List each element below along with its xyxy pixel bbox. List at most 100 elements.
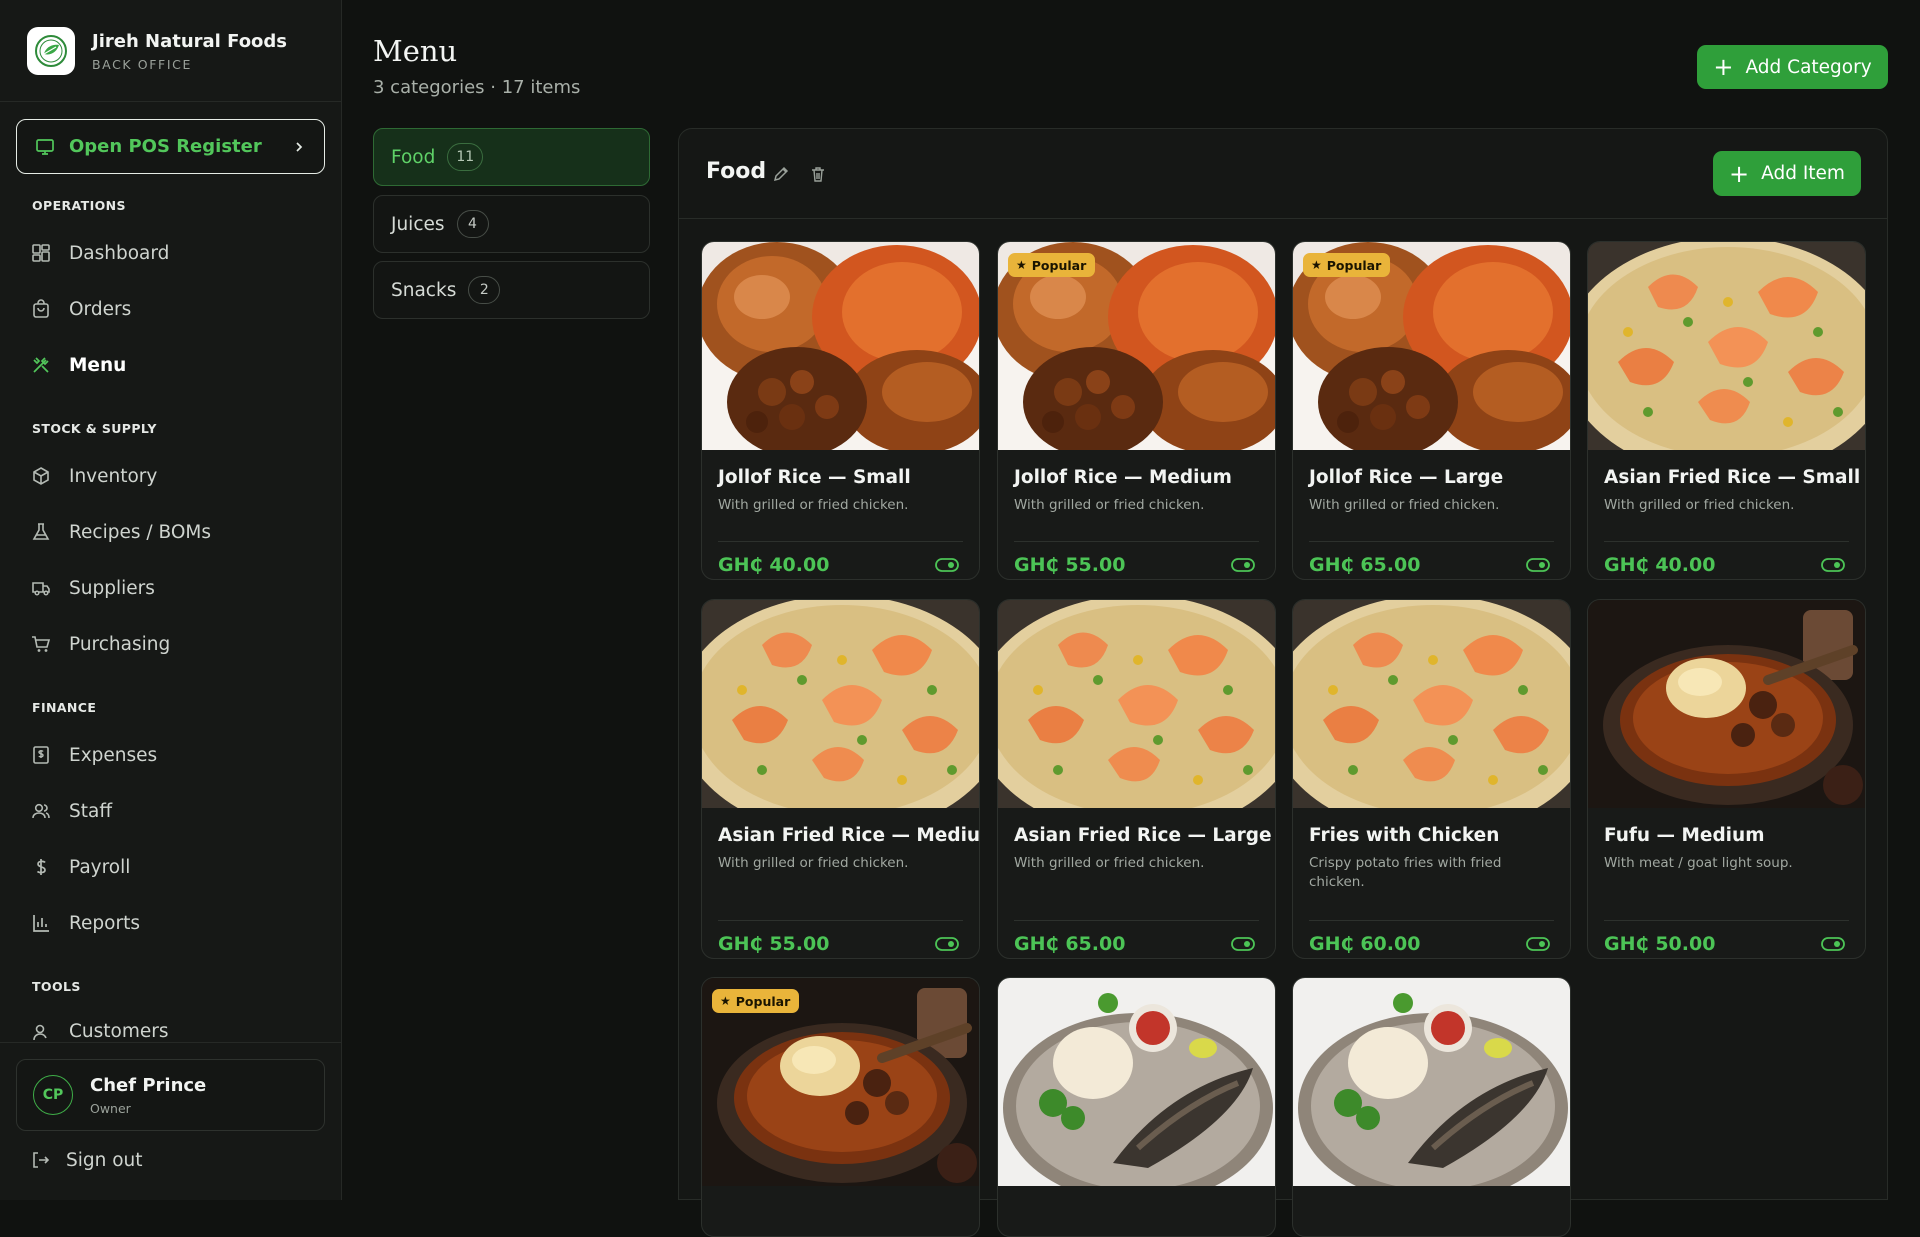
brand-subtitle: BACK OFFICE: [92, 56, 192, 72]
nav-section-operations: OPERATIONS: [32, 198, 126, 213]
sidebar-item-purchasing[interactable]: Purchasing: [30, 624, 320, 664]
availability-toggle-icon[interactable]: [1231, 936, 1255, 956]
category-juices[interactable]: Juices 4: [373, 195, 650, 253]
divider: [0, 101, 342, 102]
add-category-button[interactable]: + Add Category: [1697, 45, 1888, 89]
add-item-label: Add Item: [1761, 163, 1845, 184]
availability-toggle-icon[interactable]: [1526, 557, 1550, 577]
menu-item-name: Fries with Chicken: [1309, 825, 1500, 846]
user-card[interactable]: CP Chef Prince Owner: [16, 1059, 325, 1131]
popular-label: Popular: [1031, 257, 1087, 273]
box-icon: [30, 465, 52, 487]
star-icon: ★: [1311, 258, 1322, 272]
leaf-logo-icon: [35, 35, 67, 67]
menu-item-description: With grilled or fried chicken.: [718, 497, 909, 513]
utensils-icon: [30, 354, 52, 376]
grid-icon: [30, 242, 52, 264]
menu-item-description: With grilled or fried chicken.: [718, 855, 909, 871]
availability-toggle-icon[interactable]: [1231, 557, 1255, 577]
category-name: Snacks: [391, 279, 457, 301]
sidebar-item-customers[interactable]: Customers: [30, 1013, 320, 1043]
menu-item-price: GH₵ 65.00: [1309, 554, 1421, 576]
category-snacks[interactable]: Snacks 2: [373, 261, 650, 319]
panel-title: Food: [706, 159, 767, 184]
plus-icon: +: [1713, 53, 1734, 81]
menu-item-name: Asian Fried Rice — Large: [1014, 825, 1272, 846]
brand-logo: [27, 27, 75, 75]
menu-item-card[interactable]: Asian Fried Rice — Medium With grilled or…: [701, 599, 980, 959]
open-pos-register-button[interactable]: Open POS Register: [16, 119, 325, 174]
flask-icon: [30, 521, 52, 543]
menu-item-card[interactable]: [1292, 977, 1571, 1237]
availability-toggle-icon[interactable]: [935, 557, 959, 577]
category-food[interactable]: Food 11: [373, 128, 650, 186]
sidebar-item-label: Menu: [69, 354, 127, 376]
menu-item-name: Jollof Rice — Large: [1309, 467, 1504, 488]
sidebar-item-suppliers[interactable]: Suppliers: [30, 568, 320, 608]
menu-item-name: Jollof Rice — Medium: [1014, 467, 1232, 488]
availability-toggle-icon[interactable]: [1821, 557, 1845, 577]
divider: [1014, 541, 1259, 542]
divider: [718, 541, 963, 542]
sidebar-item-menu[interactable]: Menu: [30, 345, 320, 385]
availability-toggle-icon[interactable]: [1526, 936, 1550, 956]
menu-item-price: GH₵ 40.00: [1604, 554, 1716, 576]
menu-item-card[interactable]: ★ Popular Jollof Rice — Large With grilled …: [1292, 241, 1571, 580]
divider: [1309, 920, 1554, 921]
brand[interactable]: Jireh Natural Foods BACK OFFICE: [27, 27, 287, 75]
menu-item-price: GH₵ 60.00: [1309, 933, 1421, 955]
menu-item-card[interactable]: [997, 977, 1276, 1237]
nav-section-finance: FINANCE: [32, 700, 97, 715]
popular-label: Popular: [735, 993, 791, 1009]
menu-item-image: [702, 600, 979, 808]
divider: [1014, 920, 1259, 921]
menu-item-description: With grilled or fried chicken.: [1309, 497, 1500, 513]
menu-item-card[interactable]: Fries with Chicken Crispy potato fries wi…: [1292, 599, 1571, 959]
availability-toggle-icon[interactable]: [1821, 936, 1845, 956]
add-item-button[interactable]: + Add Item: [1713, 151, 1861, 196]
menu-item-card[interactable]: Jollof Rice — Small With grilled or fried…: [701, 241, 980, 580]
sidebar-item-orders[interactable]: Orders: [30, 289, 320, 329]
sidebar-item-label: Dashboard: [69, 242, 170, 264]
divider: [1604, 541, 1849, 542]
nav-section-tools: TOOLS: [32, 979, 81, 994]
menu-item-card[interactable]: Asian Fried Rice — Large With grilled or …: [997, 599, 1276, 959]
sidebar-item-inventory[interactable]: Inventory: [30, 456, 320, 496]
cart-icon: [30, 633, 52, 655]
menu-item-card[interactable]: Asian Fried Rice — Small With grilled or …: [1587, 241, 1866, 580]
menu-item-price: GH₵ 55.00: [1014, 554, 1126, 576]
page-title: Menu: [373, 34, 458, 68]
menu-item-card[interactable]: ★ Popular Jollof Rice — Medium With grilled…: [997, 241, 1276, 580]
sidebar-item-label: Purchasing: [69, 633, 171, 655]
chevron-right-icon: [296, 141, 303, 152]
menu-item-card[interactable]: Fufu — Medium With meat / goat light soup…: [1587, 599, 1866, 959]
page-subtitle: 3 categories · 17 items: [373, 77, 581, 98]
menu-item-image: [998, 600, 1275, 808]
sign-out-button[interactable]: Sign out: [30, 1140, 143, 1180]
category-name: Food: [391, 146, 436, 168]
sidebar-item-staff[interactable]: Staff: [30, 791, 320, 831]
sidebar-item-label: Reports: [69, 912, 140, 934]
sidebar-item-reports[interactable]: Reports: [30, 903, 320, 943]
sidebar-item-label: Customers: [69, 1021, 169, 1042]
category-panel: Food + Add Item Jollof Rice — Small With …: [678, 128, 1888, 1237]
sidebar-item-label: Staff: [69, 800, 113, 822]
menu-item-image: [1293, 978, 1570, 1186]
sidebar-item-label: Recipes / BOMs: [69, 521, 212, 543]
divider: [1309, 541, 1554, 542]
divider: [0, 1042, 342, 1043]
trash-icon[interactable]: [809, 165, 827, 183]
sidebar-item-expenses[interactable]: Expenses: [30, 735, 320, 775]
sidebar-item-recipes[interactable]: Recipes / BOMs: [30, 512, 320, 552]
pencil-icon[interactable]: [772, 165, 790, 183]
sidebar-item-dashboard[interactable]: Dashboard: [30, 233, 320, 273]
bag-icon: [30, 298, 52, 320]
menu-item-image: [1293, 600, 1570, 808]
menu-item-image: ★ Popular: [702, 978, 979, 1186]
plus-icon: +: [1729, 159, 1750, 188]
menu-item-name: Fufu — Medium: [1604, 825, 1765, 846]
receipt-icon: [30, 744, 52, 766]
menu-item-card[interactable]: ★ Popular: [701, 977, 980, 1237]
availability-toggle-icon[interactable]: [935, 936, 959, 956]
sidebar-item-payroll[interactable]: Payroll: [30, 847, 320, 887]
